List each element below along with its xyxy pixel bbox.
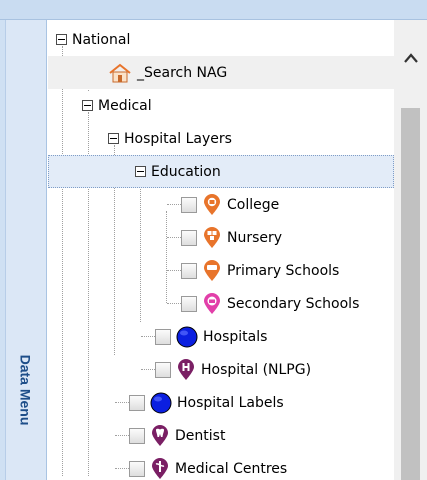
tree-row-hospital-labels[interactable]: Hospital Labels <box>48 386 394 419</box>
layer-checkbox[interactable] <box>181 196 197 213</box>
data-menu-side-tab[interactable]: Data Menu <box>0 20 47 480</box>
tree-row-education[interactable]: Education <box>48 155 394 188</box>
collapse-toggle[interactable] <box>135 166 146 177</box>
hospital-pin-icon <box>176 358 196 381</box>
node-label: Dentist <box>175 427 226 444</box>
node-label: Hospital (NLPG) <box>201 361 312 378</box>
tree-row-dentist[interactable]: Dentist <box>48 419 394 452</box>
layer-checkbox[interactable] <box>129 427 145 444</box>
tooth-pin-icon <box>150 424 170 447</box>
primary-school-pin-icon <box>202 259 222 282</box>
data-menu-text: Data Menu <box>17 354 34 426</box>
chevron-up-icon <box>403 53 418 63</box>
node-label: Nursery <box>227 229 283 246</box>
layer-checkbox[interactable] <box>155 328 171 345</box>
scroll-up-button[interactable] <box>394 20 427 96</box>
tree-row-hospitals[interactable]: Hospitals <box>48 320 394 353</box>
collapse-toggle[interactable] <box>108 133 119 144</box>
node-label: National <box>72 31 131 48</box>
node-label: Hospitals <box>203 328 268 345</box>
node-label: Hospital Layers <box>124 130 232 147</box>
medical-centre-pin-icon <box>150 457 170 480</box>
blue-circle-icon <box>150 392 172 414</box>
tree-row-primary-schools[interactable]: Primary Schools <box>48 254 394 287</box>
node-label: _Search NAG <box>137 64 228 81</box>
node-label: Hospital Labels <box>177 394 284 411</box>
node-label: Medical Centres <box>175 460 288 477</box>
side-tab-edge <box>0 20 6 480</box>
node-label: Education <box>151 163 221 180</box>
vertical-scrollbar[interactable] <box>394 20 427 480</box>
tree-row-hospital-nlpg[interactable]: Hospital (NLPG) <box>48 353 394 386</box>
layer-tree: National _Search NAG Medical Hospital La… <box>48 20 394 480</box>
layer-checkbox[interactable] <box>155 361 171 378</box>
tree-row-medical-centres[interactable]: Medical Centres <box>48 452 394 480</box>
layer-checkbox[interactable] <box>181 262 197 279</box>
layer-checkbox[interactable] <box>181 229 197 246</box>
tree-row-hospital-layers[interactable]: Hospital Layers <box>48 122 394 155</box>
scrollbar-thumb[interactable] <box>401 108 420 480</box>
college-pin-icon <box>202 193 222 216</box>
tree-row-college[interactable]: College <box>48 188 394 221</box>
tree-row-nursery[interactable]: Nursery <box>48 221 394 254</box>
node-label: Medical <box>98 97 152 114</box>
house-icon <box>108 63 132 83</box>
window-top-bar <box>0 0 427 20</box>
blue-circle-icon <box>176 326 198 348</box>
secondary-school-pin-icon <box>202 292 222 315</box>
node-label: College <box>227 196 280 213</box>
collapse-toggle[interactable] <box>56 34 67 45</box>
layer-checkbox[interactable] <box>181 295 197 312</box>
node-label: Secondary Schools <box>227 295 360 312</box>
collapse-toggle[interactable] <box>82 100 93 111</box>
tree-row-search-nag[interactable]: _Search NAG <box>48 56 394 89</box>
node-label: Primary Schools <box>227 262 340 279</box>
tree-row-national[interactable]: National <box>48 23 394 56</box>
data-menu-label[interactable]: Data Menu <box>7 335 43 445</box>
tree-row-secondary-schools[interactable]: Secondary Schools <box>48 287 394 320</box>
layer-checkbox[interactable] <box>129 394 145 411</box>
tree-row-medical[interactable]: Medical <box>48 89 394 122</box>
layer-checkbox[interactable] <box>129 460 145 477</box>
nursery-pin-icon <box>202 226 222 249</box>
